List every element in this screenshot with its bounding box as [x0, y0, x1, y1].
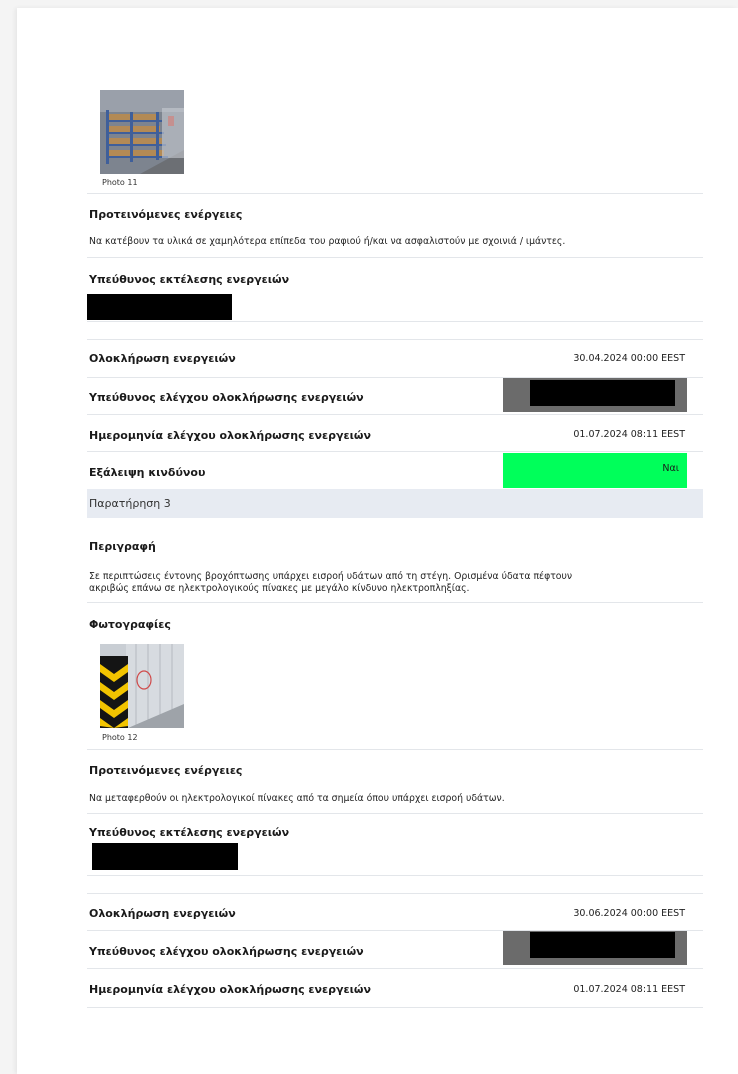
warehouse-shelves-image — [100, 90, 184, 174]
photos-label: Φωτογραφίες — [89, 618, 171, 631]
divider — [87, 893, 703, 894]
check-date-label: Ημερομηνία ελέγχου ολοκλήρωσης ενεργειών — [89, 983, 371, 996]
completion-label: Ολοκλήρωση ενεργειών — [89, 352, 236, 365]
electrical-panel-column-image — [100, 644, 184, 728]
divider — [87, 968, 703, 969]
proposed-actions-label: Προτεινόμενες ενέργειες — [89, 764, 243, 777]
proposed-actions-text: Να κατέβουν τα υλικά σε χαμηλότερα επίπε… — [89, 236, 566, 247]
divider — [87, 257, 703, 258]
completion-date: 30.04.2024 00:00 EEST — [573, 353, 685, 364]
hazard-removed-value: Ναι — [662, 463, 679, 474]
divider — [87, 414, 703, 415]
redacted-executor-name — [87, 294, 232, 320]
description-line-2: ακριβώς επάνω σε ηλεκτρολογικούς πίνακες… — [89, 583, 470, 594]
check-date-value: 01.07.2024 08:11 EEST — [573, 984, 685, 995]
proposed-actions-text: Να μεταφερθούν οι ηλεκτρολογικοί πίνακες… — [89, 793, 505, 804]
divider — [87, 749, 703, 750]
divider — [87, 321, 703, 322]
executor-label: Υπεύθυνος εκτέλεσης ενεργειών — [89, 826, 290, 839]
completion-date: 30.06.2024 00:00 EEST — [573, 908, 685, 919]
divider — [87, 602, 703, 603]
check-date-value: 01.07.2024 08:11 EEST — [573, 429, 685, 440]
check-date-label: Ημερομηνία ελέγχου ολοκλήρωσης ενεργειών — [89, 429, 371, 442]
divider — [87, 875, 703, 876]
executor-label: Υπεύθυνος εκτέλεσης ενεργειών — [89, 273, 290, 286]
completion-label: Ολοκλήρωση ενεργειών — [89, 907, 236, 920]
photo-caption: Photo 11 — [102, 178, 138, 187]
checker-label: Υπεύθυνος ελέγχου ολοκλήρωσης ενεργειών — [89, 945, 364, 958]
proposed-actions-label: Προτεινόμενες ενέργειες — [89, 208, 243, 221]
report-page: Photo 11 Προτεινόμενες ενέργειες Να κατέ… — [17, 8, 738, 1074]
photo-11-thumbnail[interactable] — [100, 90, 184, 174]
redacted-checker-name — [530, 932, 675, 958]
observation-3-header: Παρατήρηση 3 — [87, 489, 703, 518]
photo-12-thumbnail[interactable] — [100, 644, 184, 728]
observation-3-title: Παρατήρηση 3 — [89, 497, 171, 510]
redacted-checker-name — [530, 380, 675, 406]
photo-caption: Photo 12 — [102, 733, 138, 742]
checker-label: Υπεύθυνος ελέγχου ολοκλήρωσης ενεργειών — [89, 391, 364, 404]
divider — [87, 1007, 703, 1008]
divider — [87, 193, 703, 194]
divider — [87, 451, 703, 452]
redacted-executor-name — [92, 843, 238, 870]
hazard-removed-label: Εξάλειψη κινδύνου — [89, 466, 206, 479]
description-label: Περιγραφή — [89, 540, 156, 553]
hazard-removed-status: Ναι — [503, 453, 687, 488]
description-line-1: Σε περιπτώσεις έντονης βροχόπτωσης υπάρχ… — [89, 571, 573, 582]
divider — [87, 339, 703, 340]
divider — [87, 813, 703, 814]
